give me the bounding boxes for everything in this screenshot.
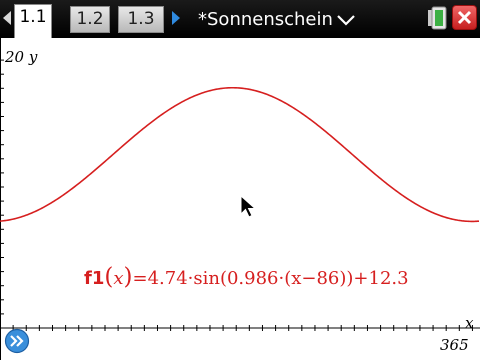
graph-canvas[interactable]: 20 y x 365 f1(x)=4.74·sin(0.986·(x−86))+…: [0, 38, 480, 360]
expand-toolbar-icon[interactable]: [4, 328, 30, 354]
tab-1-2[interactable]: 1.2: [70, 6, 110, 33]
close-icon: [457, 10, 472, 25]
x-axis-max-label: 365: [440, 336, 469, 354]
function-label[interactable]: f1(x)=4.74·sin(0.986·(x−86))+12.3: [84, 266, 409, 290]
tab-1-3[interactable]: 1.3: [118, 6, 164, 33]
tab-1-1[interactable]: 1.1: [14, 4, 52, 38]
function-expression: =4.74·sin(0.986·(x−86))+12.3: [132, 268, 409, 289]
chevron-down-icon[interactable]: [336, 14, 356, 26]
function-name: f1: [84, 268, 105, 289]
scroll-tabs-left-icon[interactable]: [3, 11, 11, 25]
top-toolbar: 1.1 1.2 1.3 *Sonnenschein: [0, 0, 480, 38]
close-button[interactable]: [452, 5, 477, 30]
x-axis-variable-label: x: [465, 314, 474, 332]
function-variable: x: [113, 268, 124, 289]
y-axis-max-label: 20 y: [5, 48, 38, 66]
document-title[interactable]: *Sonnenschein: [198, 8, 333, 32]
mouse-pointer-icon: [240, 195, 257, 218]
battery-icon: [428, 6, 447, 30]
scroll-tabs-right-icon[interactable]: [172, 11, 180, 25]
